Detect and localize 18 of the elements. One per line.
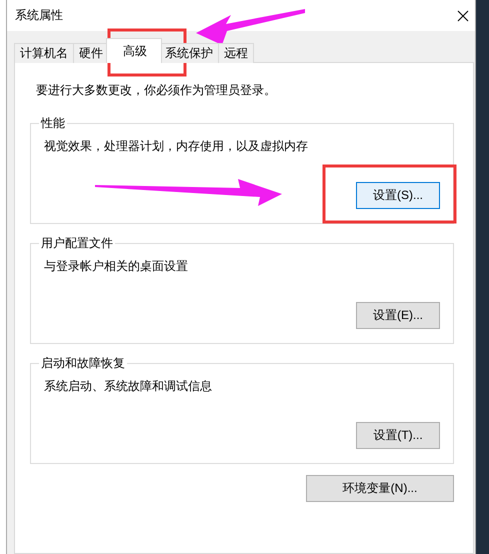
tab[interactable]: 计算机名	[14, 43, 74, 63]
settings-button[interactable]: 设置(T)...	[356, 422, 440, 449]
tab[interactable]: 高级	[106, 38, 162, 63]
settings-button[interactable]: 设置(S)...	[356, 182, 440, 209]
tab[interactable]: 硬件	[73, 43, 109, 63]
group-title: 性能	[40, 115, 66, 131]
settings-button[interactable]: 设置(E)...	[356, 302, 440, 329]
window-title: 系统属性	[15, 7, 63, 24]
admin-notice: 要进行大多数更改，你必须作为管理员登录。	[36, 82, 277, 98]
close-icon[interactable]	[457, 10, 469, 22]
group-description: 与登录帐户相关的桌面设置	[43, 258, 189, 274]
settings-button[interactable]: 环境变量(N)...	[306, 475, 454, 502]
group-title: 用户配置文件	[40, 235, 114, 251]
group-title: 启动和故障恢复	[40, 355, 126, 371]
group-description: 系统启动、系统故障和调试信息	[43, 378, 213, 394]
tab[interactable]: 系统保护	[159, 43, 219, 63]
tab[interactable]: 远程	[218, 43, 254, 63]
group-description: 视觉效果，处理器计划，内存使用，以及虚拟内存	[43, 138, 309, 154]
